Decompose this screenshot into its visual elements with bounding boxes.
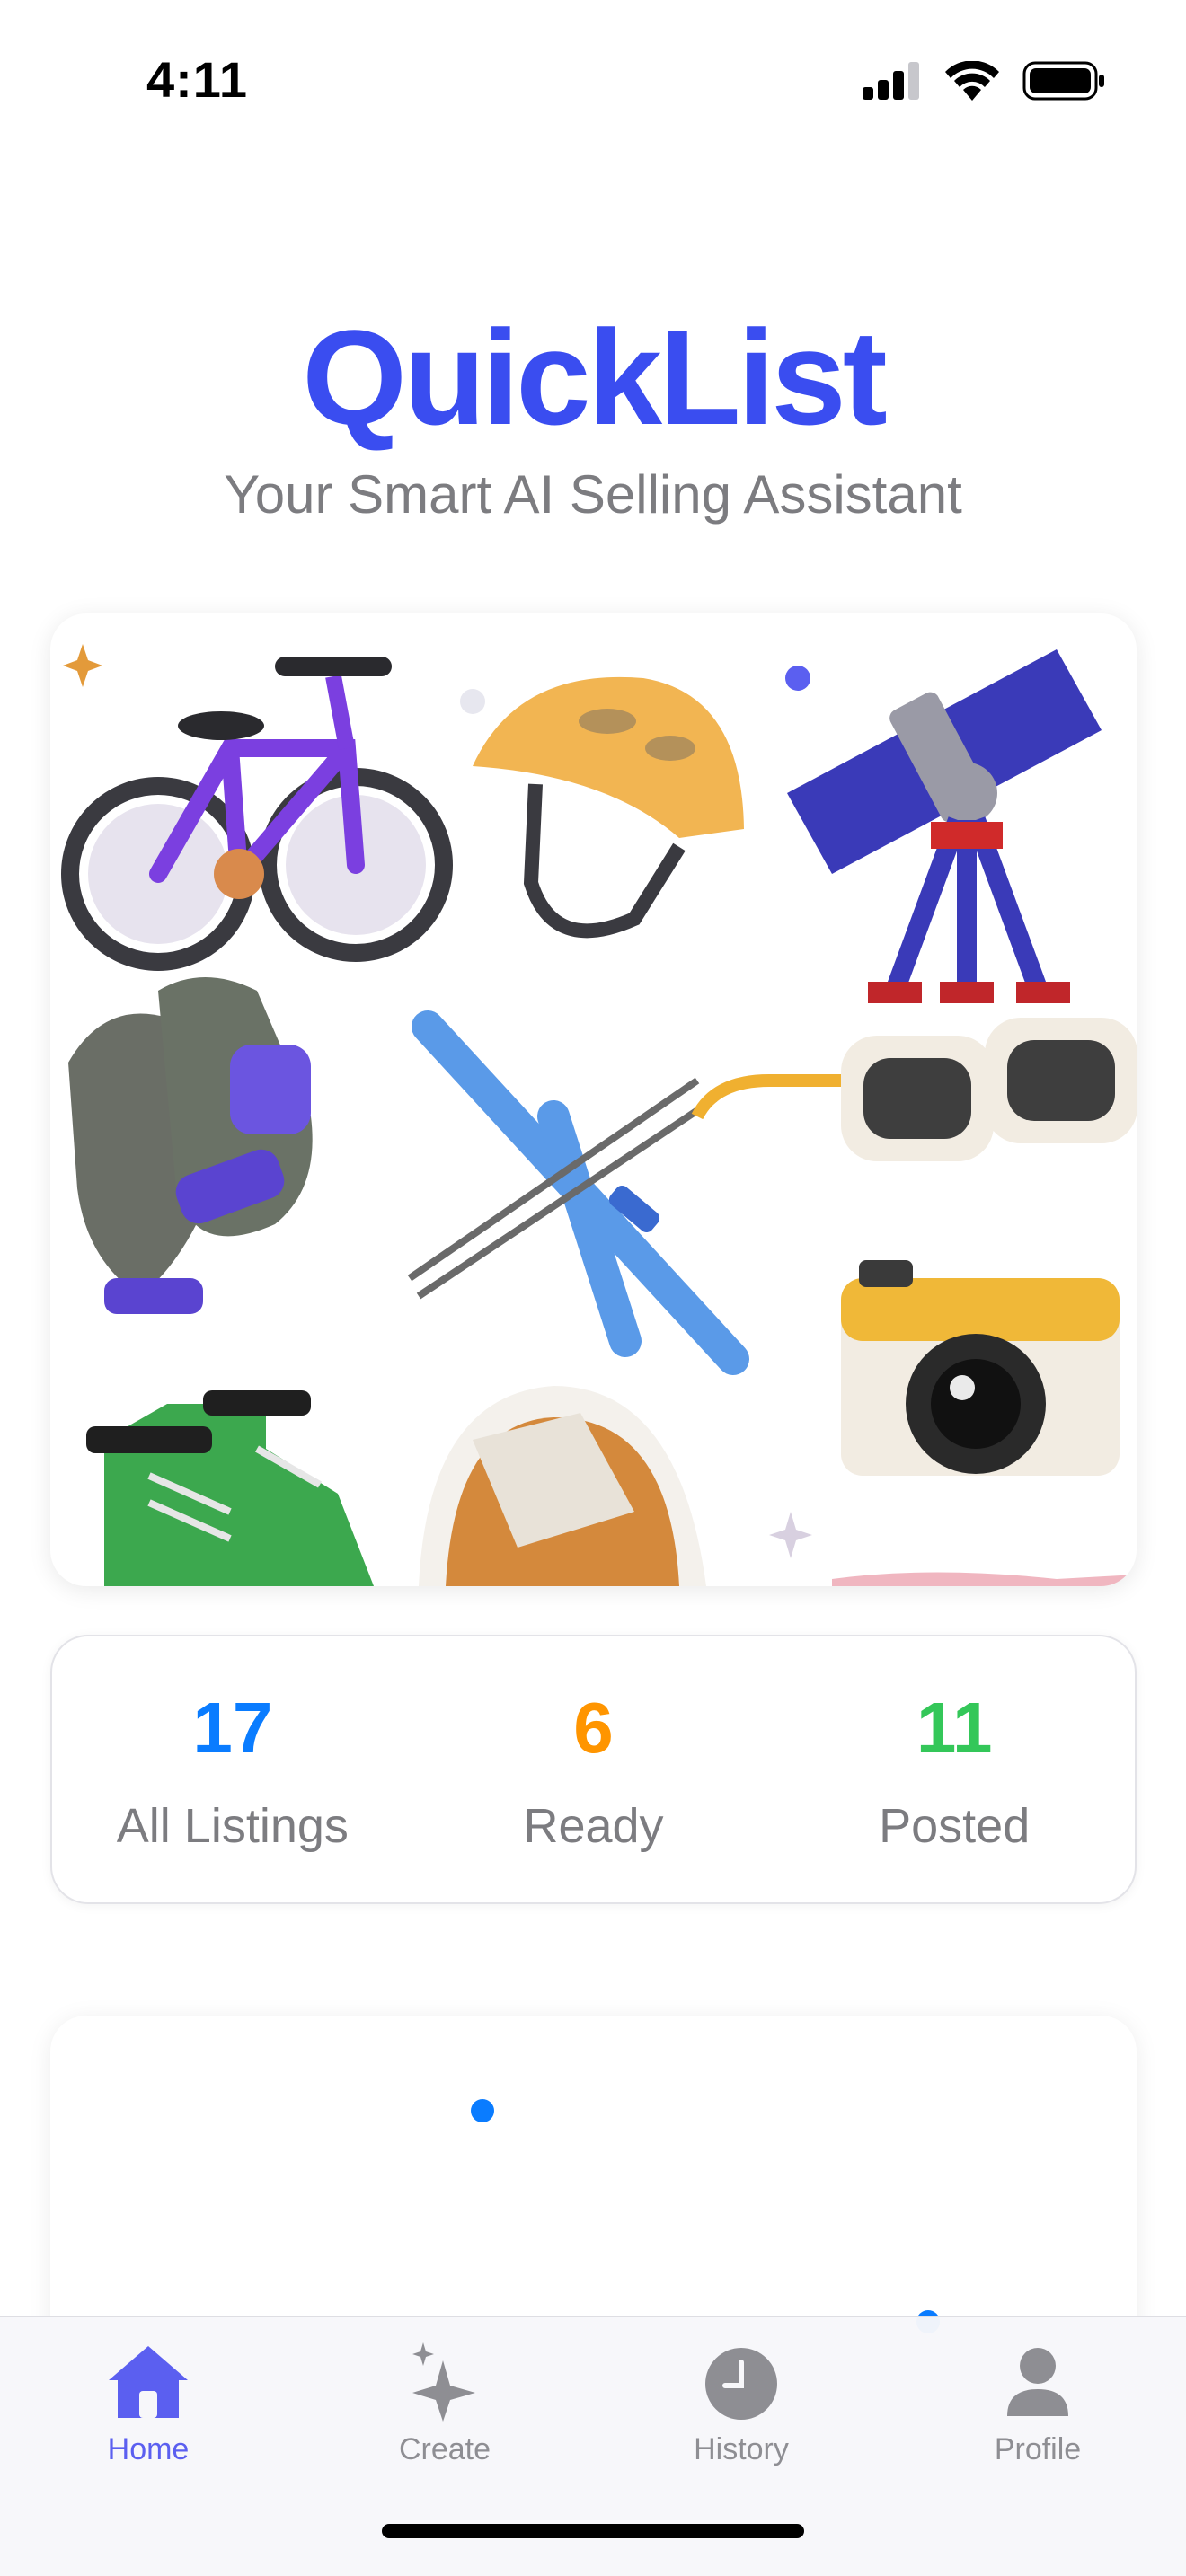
stat-label: Posted [879, 1799, 1031, 1853]
sparkles-icon [412, 2342, 475, 2422]
clock-icon [705, 2348, 777, 2420]
chair-illustration [419, 1386, 706, 1586]
stats-card: 17 All Listings 6 Ready 11 Posted [50, 1635, 1137, 1904]
decor-dot [785, 666, 810, 691]
stat-value: 11 [916, 1688, 993, 1768]
tab-label: Home [107, 2432, 190, 2466]
tab-profile[interactable]: Profile [890, 2317, 1186, 2497]
boots-illustration [86, 1390, 374, 1586]
camera-illustration [841, 1260, 1120, 1476]
status-bar: 4:11 [0, 0, 1186, 153]
decor-glasses-edge [832, 1572, 1137, 1586]
stat-label: Ready [523, 1799, 664, 1853]
home-indicator [382, 2524, 804, 2538]
tab-home[interactable]: Home [0, 2317, 296, 2497]
bicycle-illustration [61, 657, 453, 971]
home-icon [109, 2346, 188, 2418]
person-icon [1007, 2348, 1068, 2416]
loading-dot [471, 2099, 494, 2122]
wifi-icon [945, 61, 999, 101]
stat-value: 6 [573, 1688, 614, 1768]
sparkle-icon [769, 1512, 812, 1558]
sunglasses-illustration [691, 1018, 1137, 1161]
battery-icon [1022, 61, 1104, 101]
sparkle-icon [63, 644, 102, 687]
helmet-illustration [473, 676, 744, 939]
status-time: 4:11 [146, 51, 248, 108]
tab-label: Create [398, 2432, 491, 2466]
status-icons [863, 61, 1105, 101]
telescope-illustration [787, 649, 1102, 1003]
gloves-illustration [68, 977, 313, 1314]
hero-illustration-card [50, 613, 1137, 1586]
app-title: QuickList [302, 302, 888, 453]
tab-label: Profile [994, 2432, 1082, 2466]
stat-all-listings[interactable]: 17 All Listings [52, 1636, 413, 1902]
cellular-signal-icon [863, 62, 919, 100]
tab-label: History [694, 2432, 789, 2466]
stat-label: All Listings [116, 1799, 349, 1853]
stat-value: 17 [192, 1688, 273, 1768]
stat-ready[interactable]: 6 Ready [413, 1636, 774, 1902]
stat-posted[interactable]: 11 Posted [774, 1636, 1135, 1902]
app-subtitle: Your Smart AI Selling Assistant [224, 464, 962, 525]
tab-history[interactable]: History [593, 2317, 890, 2497]
product-illustration [61, 644, 1137, 1586]
skis-illustration [407, 1010, 749, 1375]
tab-create[interactable]: Create [296, 2317, 593, 2497]
decor-dot [460, 689, 485, 714]
